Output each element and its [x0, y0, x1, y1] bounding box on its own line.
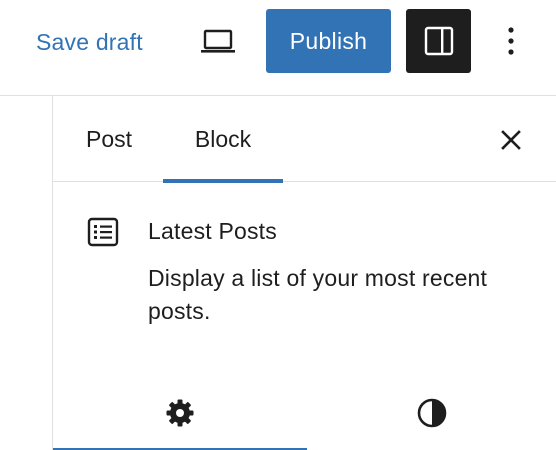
settings-toggle-button[interactable] [406, 9, 471, 73]
block-description: Display a list of your most recent posts… [148, 265, 488, 324]
half-circle-contrast-icon [416, 397, 448, 429]
sidebar-tabs: Post Block [53, 96, 556, 183]
close-icon [500, 129, 522, 151]
preview-button[interactable] [194, 22, 242, 62]
editor-header: Save draft Publish [0, 0, 556, 96]
block-title: Latest Posts [148, 218, 277, 244]
gear-icon [165, 398, 195, 428]
sidebar-panel-icon [424, 26, 454, 56]
close-sidebar-button[interactable] [489, 118, 533, 162]
vertical-ellipsis-icon [507, 26, 515, 56]
settings-sidebar: Post Block Latest Posts Display a list o… [52, 96, 556, 450]
publish-button[interactable]: Publish [266, 9, 391, 73]
post-list-icon [87, 216, 119, 248]
tab-block[interactable]: Block [163, 96, 283, 183]
laptop-icon [200, 28, 236, 56]
tab-block-settings[interactable] [53, 376, 307, 450]
tab-block-styles[interactable] [307, 376, 556, 450]
tab-post[interactable]: Post [67, 96, 151, 182]
save-draft-button[interactable]: Save draft [36, 24, 143, 60]
options-menu-button[interactable] [493, 18, 529, 64]
